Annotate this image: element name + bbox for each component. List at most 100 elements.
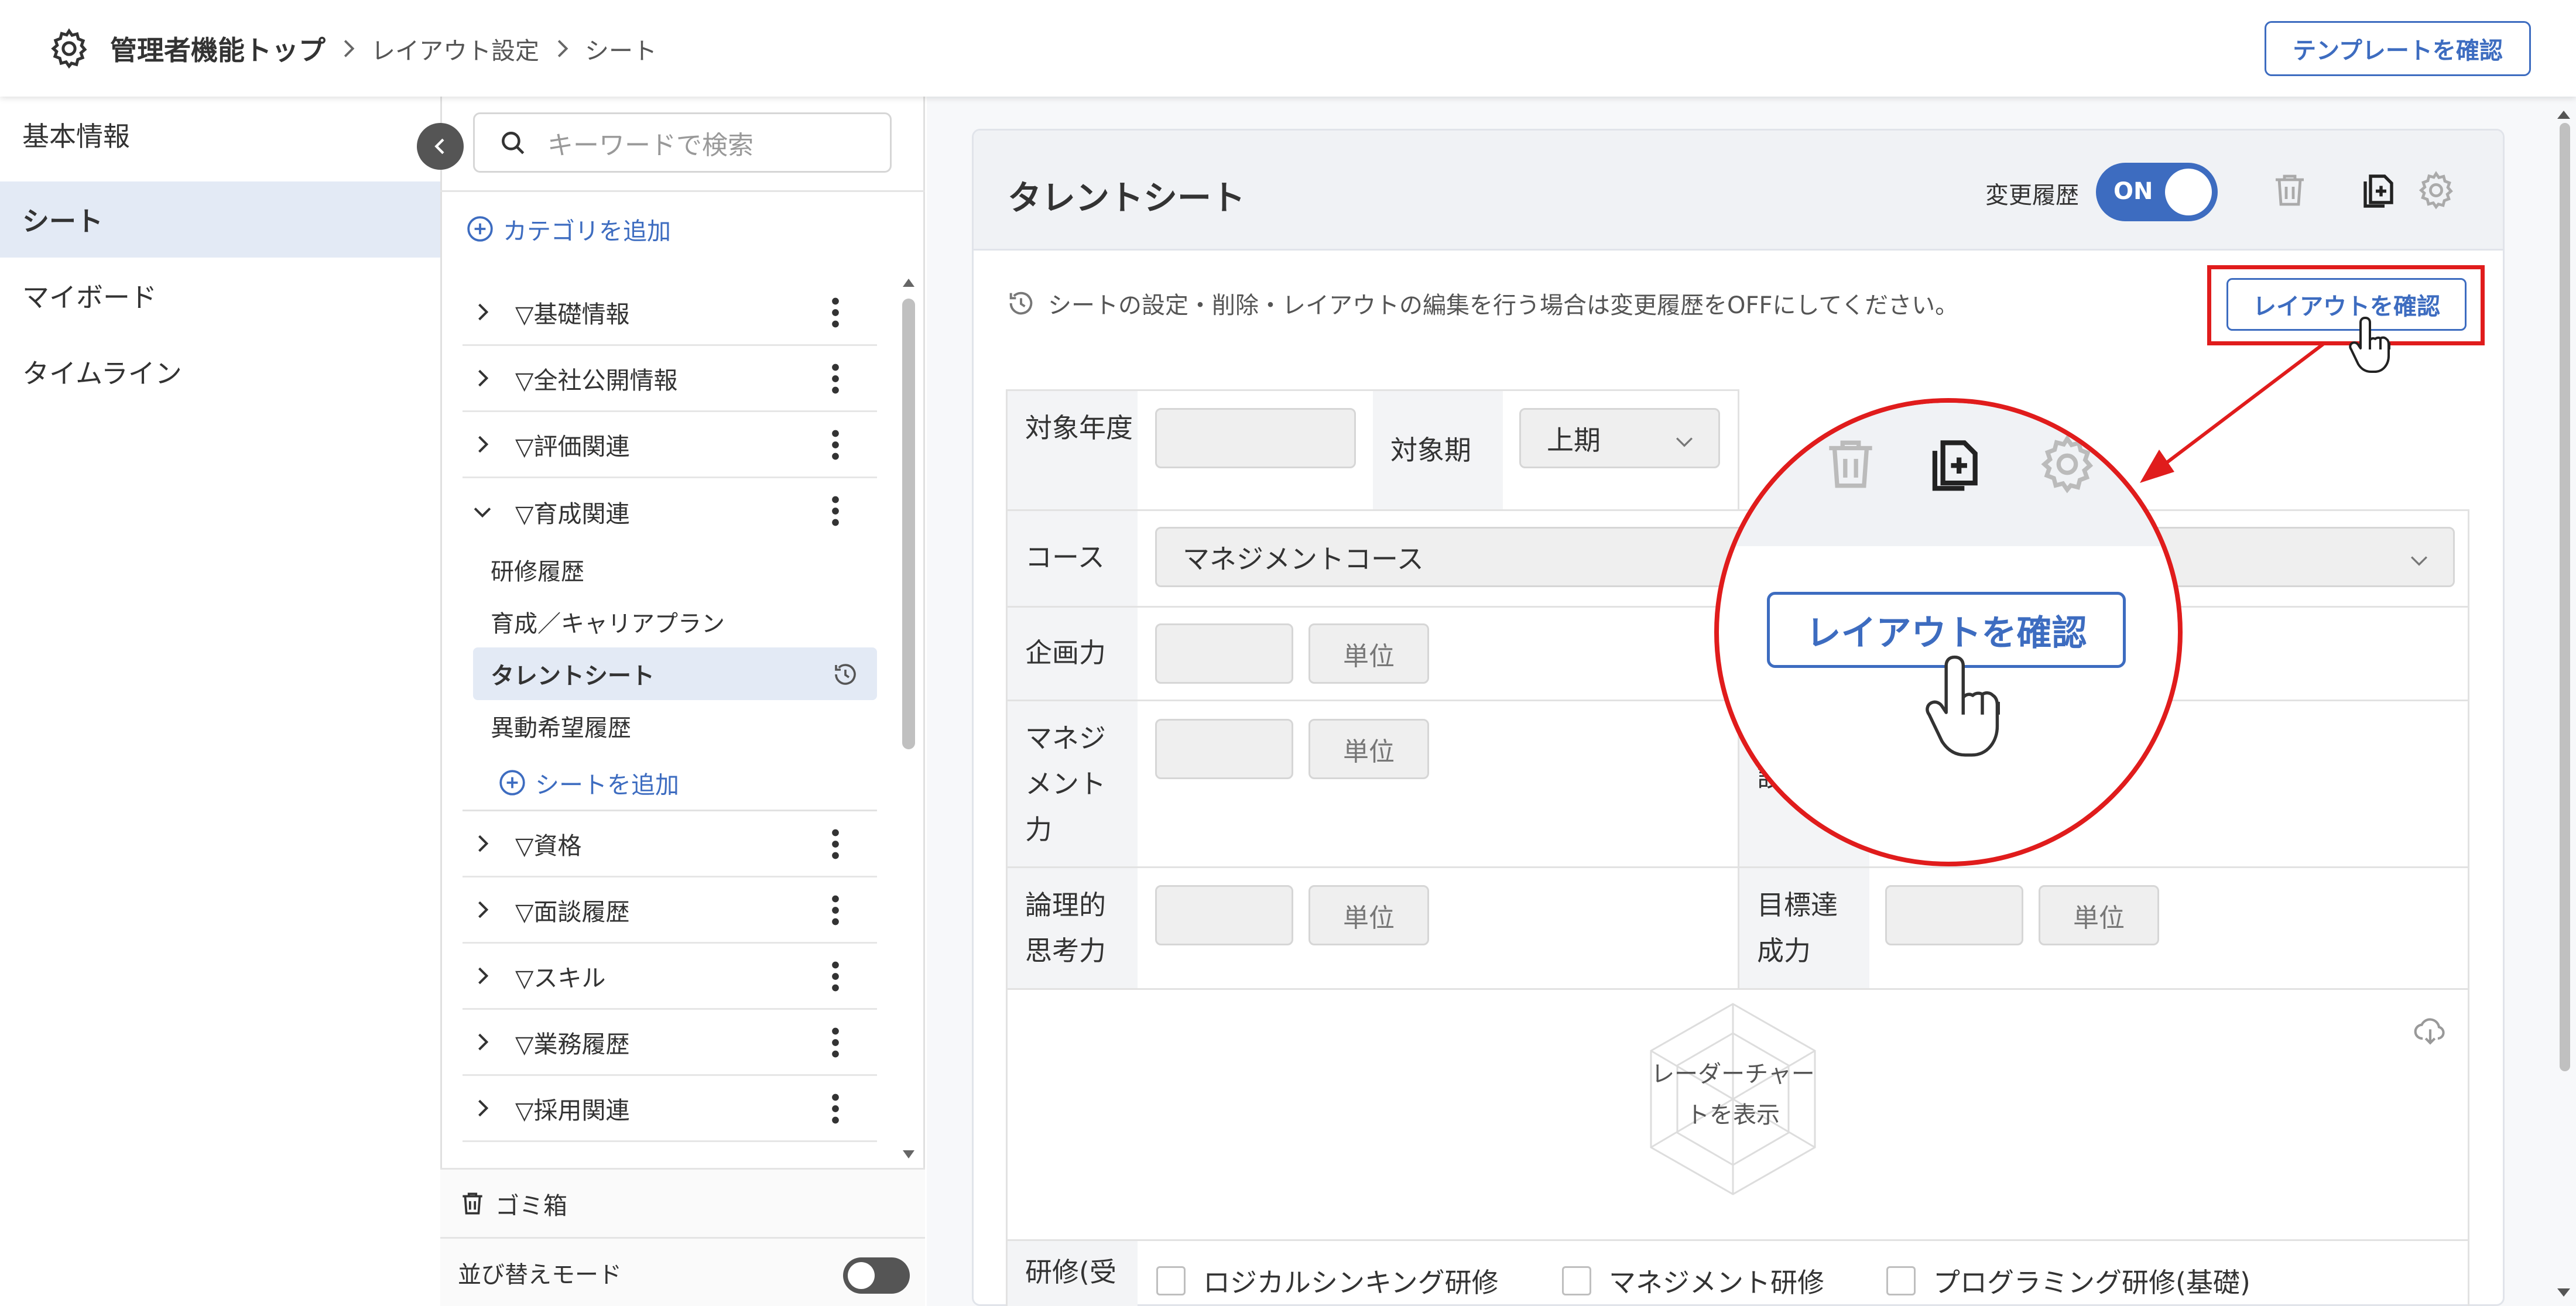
chevron-right-icon[interactable] bbox=[470, 365, 495, 391]
kebab-menu-icon[interactable] bbox=[831, 364, 840, 394]
grid-line bbox=[2468, 509, 2469, 1306]
category-qualification[interactable]: ▽資格 bbox=[463, 811, 877, 877]
template-confirm-button[interactable]: テンプレートを確認 bbox=[2265, 21, 2531, 76]
kebab-menu-icon[interactable] bbox=[831, 961, 840, 992]
trash-button[interactable]: ゴミ箱 bbox=[440, 1168, 925, 1237]
hand-cursor-icon bbox=[1926, 655, 2000, 757]
chevron-right-icon[interactable] bbox=[470, 1029, 495, 1055]
category-development[interactable]: ▽育成関連 bbox=[463, 478, 877, 544]
category-name: ▽基礎情報 bbox=[515, 300, 630, 328]
logical-thinking-label: 論理的思考力 bbox=[1008, 868, 1138, 988]
planning-label: 企画力 bbox=[1008, 608, 1138, 700]
copy-add-icon bbox=[1932, 440, 1978, 491]
kebab-menu-icon[interactable] bbox=[831, 430, 840, 460]
chevron-right-icon bbox=[557, 40, 568, 57]
chevron-down-icon[interactable] bbox=[470, 499, 495, 525]
checkbox-logical-thinking[interactable] bbox=[1156, 1266, 1186, 1295]
search-input[interactable]: キーワードで検索 bbox=[473, 112, 892, 173]
target-period-select[interactable]: 上期 bbox=[1519, 408, 1720, 468]
planning-unit: 単位 bbox=[1308, 623, 1429, 684]
left-nav: 基本情報 シート マイボード タイムライン bbox=[0, 97, 440, 1306]
breadcrumb: 管理者機能トップ レイアウト設定 シート bbox=[110, 28, 657, 69]
management-label: マネジメント力 bbox=[1008, 701, 1138, 866]
checkbox-programming[interactable] bbox=[1886, 1266, 1916, 1295]
target-period-label: 対象期 bbox=[1373, 391, 1503, 509]
breadcrumb-top[interactable]: 管理者機能トップ bbox=[110, 29, 326, 68]
chevron-down-icon bbox=[2410, 556, 2428, 566]
category-name: ▽資格 bbox=[515, 832, 582, 860]
tree-scrollbar-thumb[interactable] bbox=[902, 299, 915, 749]
add-category-label: カテゴリを追加 bbox=[503, 217, 671, 245]
checkbox-label: プログラミング研修(基礎) bbox=[1933, 1267, 2250, 1298]
grid-line bbox=[1006, 988, 2469, 990]
category-recruitment[interactable]: ▽採用関連 bbox=[463, 1076, 877, 1142]
cloud-download-icon[interactable] bbox=[2412, 1013, 2448, 1049]
chevron-right-icon[interactable] bbox=[470, 831, 495, 856]
target-year-input[interactable] bbox=[1155, 408, 1356, 468]
sheet-item-training-history[interactable]: 研修履歴 bbox=[473, 543, 877, 596]
trash-icon[interactable] bbox=[2269, 169, 2311, 211]
planning-input[interactable] bbox=[1155, 623, 1293, 684]
checkbox-label: ロジカルシンキング研修 bbox=[1203, 1267, 1499, 1298]
grid-line bbox=[1006, 1239, 2469, 1241]
kebab-menu-icon[interactable] bbox=[831, 297, 840, 328]
chevron-right-icon[interactable] bbox=[470, 1095, 495, 1121]
sheet-title: タレントシート bbox=[1008, 178, 1246, 218]
nav-item-basic-info[interactable]: 基本情報 bbox=[0, 97, 440, 173]
goal-achievement-unit: 単位 bbox=[2039, 885, 2159, 945]
nav-item-myboard[interactable]: マイボード bbox=[0, 258, 440, 334]
logical-thinking-input[interactable] bbox=[1155, 885, 1293, 945]
chevron-right-icon[interactable] bbox=[470, 897, 495, 923]
kebab-menu-icon[interactable] bbox=[831, 1027, 840, 1058]
breadcrumb-sheet: シート bbox=[585, 37, 657, 65]
checkbox-management[interactable] bbox=[1562, 1266, 1591, 1295]
plus-circle-icon bbox=[467, 216, 493, 242]
history-icon bbox=[1009, 292, 1033, 315]
management-input[interactable] bbox=[1155, 719, 1293, 779]
breadcrumb-layout-settings[interactable]: レイアウト設定 bbox=[371, 31, 539, 66]
kebab-menu-icon[interactable] bbox=[831, 829, 840, 859]
top-header: 管理者機能トップ レイアウト設定 シート テンプレートを確認 bbox=[0, 0, 2576, 97]
category-interview[interactable]: ▽面談履歴 bbox=[463, 877, 877, 944]
history-notice: シートの設定・削除・レイアウトの編集を行う場合は変更履歴をOFFにしてください。 bbox=[1006, 286, 1958, 321]
history-toggle-state: ON bbox=[2113, 178, 2153, 205]
gear-icon[interactable] bbox=[2415, 169, 2457, 211]
trash-label: ゴミ箱 bbox=[495, 1191, 567, 1220]
radar-chart-text: レーダーチャートを表示 bbox=[1651, 1061, 1815, 1129]
gear-icon[interactable] bbox=[47, 26, 91, 71]
sheet-item-talent-sheet[interactable]: タレントシート bbox=[473, 647, 877, 700]
kebab-menu-icon[interactable] bbox=[831, 1094, 840, 1124]
goal-achievement-input[interactable] bbox=[1885, 885, 2023, 945]
sort-mode-toggle[interactable] bbox=[843, 1257, 910, 1294]
history-toggle[interactable]: ON bbox=[2096, 163, 2218, 221]
chevron-right-icon[interactable] bbox=[470, 299, 495, 325]
add-sheet-button[interactable]: シートを追加 bbox=[498, 764, 679, 801]
category-name: ▽全社公開情報 bbox=[515, 366, 678, 395]
kebab-menu-icon[interactable] bbox=[831, 895, 840, 925]
page-scrollbar-thumb[interactable] bbox=[2560, 123, 2570, 1071]
chevron-left-icon bbox=[434, 138, 444, 155]
add-sheet-label: シートを追加 bbox=[535, 771, 679, 799]
category-name: ▽スキル bbox=[515, 964, 606, 992]
sheet-item-label: タレントシート bbox=[491, 663, 655, 690]
management-unit: 単位 bbox=[1308, 719, 1429, 779]
copy-add-icon[interactable] bbox=[2356, 169, 2399, 211]
add-category-button[interactable]: カテゴリを追加 bbox=[465, 210, 671, 248]
nav-item-sheet[interactable]: シート bbox=[0, 181, 440, 258]
chevron-right-icon[interactable] bbox=[470, 431, 495, 457]
category-company-public[interactable]: ▽全社公開情報 bbox=[463, 346, 877, 412]
category-evaluation[interactable]: ▽評価関連 bbox=[463, 412, 877, 478]
panel-header: タレントシート 変更履歴 ON bbox=[974, 131, 2503, 251]
kebab-menu-icon[interactable] bbox=[831, 496, 840, 526]
collapse-sidebar-button[interactable] bbox=[417, 123, 464, 170]
chevron-down-icon bbox=[1676, 437, 1693, 447]
category-skill[interactable]: ▽スキル bbox=[463, 944, 877, 1010]
app-root: 管理者機能トップ レイアウト設定 シート テンプレートを確認 基本情報 シート … bbox=[0, 0, 2576, 1306]
sheet-item-career-plan[interactable]: 育成／キャリアプラン bbox=[473, 595, 877, 648]
category-work-history[interactable]: ▽業務履歴 bbox=[463, 1010, 877, 1076]
nav-item-timeline[interactable]: タイムライン bbox=[0, 334, 440, 410]
sheet-item-transfer-wish[interactable]: 異動希望履歴 bbox=[473, 700, 877, 752]
search-placeholder: キーワードで検索 bbox=[547, 130, 753, 160]
category-basic-info[interactable]: ▽基礎情報 bbox=[463, 280, 877, 346]
chevron-right-icon[interactable] bbox=[470, 963, 495, 989]
